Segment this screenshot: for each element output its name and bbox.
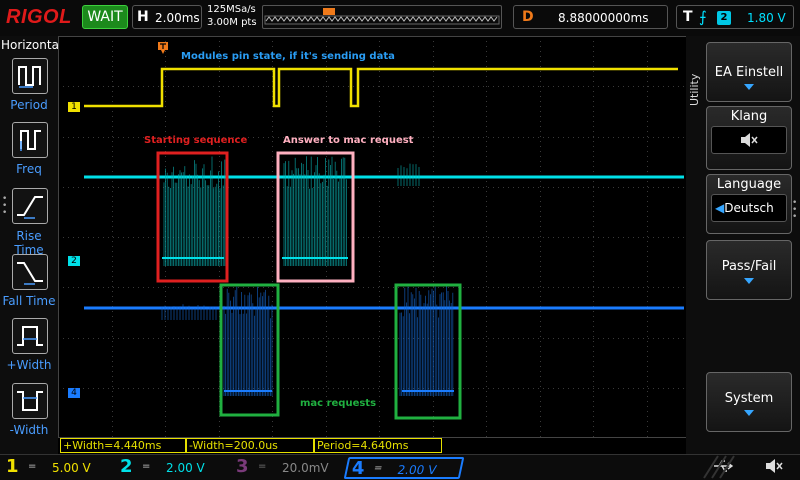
memory-depth: 3.00M pts (207, 16, 257, 29)
channel-number: 4 (352, 458, 365, 479)
left-arrow-icon: ◀ (715, 195, 724, 221)
rise-time-button[interactable] (12, 188, 48, 224)
horizontal-label: H (137, 9, 149, 25)
positive-width-icon (13, 319, 47, 353)
sound-button[interactable]: Klang (706, 106, 792, 170)
coupling-icon: = (373, 463, 384, 474)
pass-fail-label: Pass/Fail (707, 259, 791, 274)
channel-scale: 2.00 V (166, 461, 205, 475)
channel-2-marker[interactable]: 2 (68, 256, 80, 266)
negative-width-button[interactable] (12, 383, 48, 419)
rise-time-label: Rise Time (0, 229, 58, 257)
positive-width-button[interactable] (12, 318, 48, 354)
channel-number: 3 (236, 456, 249, 477)
trigger-position-icon (158, 42, 168, 54)
sound-label: Klang (707, 109, 791, 124)
annotation-mac-requests: mac requests (300, 398, 376, 409)
negative-width-icon (13, 384, 47, 418)
annotation-module-pin-state: Modules pin state, if it's sending data (181, 51, 395, 62)
coupling-icon: = (28, 461, 36, 472)
speaker-muted-icon (711, 126, 787, 154)
channel-scale: 5.00 V (52, 461, 91, 475)
language-value: Deutsch (724, 201, 773, 215)
delay-box[interactable]: D 8.88000000ms (513, 5, 668, 29)
waveform-display[interactable] (58, 36, 700, 438)
channel-4-status[interactable]: 4 = 2.00 V (344, 457, 465, 479)
trigger-position-marker (323, 8, 335, 15)
frequency-icon (13, 123, 47, 157)
acquisition-info: 125MSa/s 3.00M pts (207, 3, 257, 29)
expand-arrow-icon (744, 84, 754, 90)
channel-number: 2 (120, 456, 133, 477)
measurement-positive-width[interactable]: +Width=4.440ms (60, 438, 186, 453)
frequency-label: Freq (0, 162, 58, 176)
channel-scale: 2.00 V (396, 463, 438, 477)
delay-label: D (522, 9, 534, 25)
annotation-starting-sequence: Starting sequence (144, 135, 247, 146)
pass-fail-button[interactable]: Pass/Fail (706, 240, 792, 300)
panel-title: Horizontal (1, 38, 62, 52)
io-settings-label: EA Einstell (707, 65, 791, 80)
menu-title: Utility (686, 60, 704, 110)
speaker-muted-icon (764, 458, 786, 477)
language-label: Language (707, 177, 791, 192)
scroll-indicator-icon: • • • (792, 200, 797, 221)
io-settings-button[interactable]: EA Einstell (706, 42, 792, 102)
channel-scale: 20.0mV (282, 461, 329, 475)
channel-1-marker[interactable]: 1 (68, 102, 80, 112)
timebase-box[interactable]: H 2.00ms (132, 5, 202, 29)
expand-arrow-icon (744, 410, 754, 416)
system-label: System (707, 391, 791, 406)
trigger-source: 2 (717, 11, 731, 25)
language-button[interactable]: Language ◀ Deutsch (706, 174, 792, 234)
measurement-negative-width[interactable]: -Width=200.0us (186, 438, 314, 453)
channel-4-marker[interactable]: 4 (68, 388, 80, 398)
status-stripes (700, 454, 760, 480)
negative-width-label: -Width (0, 423, 58, 437)
measurement-period[interactable]: Period=4.640ms (314, 438, 442, 453)
channel-2-status[interactable]: 2 = 2.00 V (116, 457, 226, 479)
fall-time-button[interactable] (12, 254, 48, 290)
timebase-value: 2.00ms (155, 11, 200, 25)
channel-1-status[interactable]: 1 = 5.00 V (2, 457, 112, 479)
delay-value: 8.88000000ms (558, 11, 648, 25)
language-selector[interactable]: ◀ Deutsch (711, 194, 787, 222)
memory-position-strip[interactable] (262, 5, 502, 29)
scroll-indicator-icon: • • • (2, 196, 7, 217)
trigger-level: 1.80 V (747, 11, 786, 25)
period-label: Period (0, 98, 58, 112)
period-icon (13, 59, 47, 93)
channel-number: 1 (6, 456, 19, 477)
trigger-box[interactable]: T ⨍ 2 1.80 V (676, 5, 794, 29)
measurement-results-bar: +Width=4.440ms -Width=200.0us Period=4.6… (58, 438, 700, 454)
rise-time-icon (13, 189, 47, 223)
run-stop-status[interactable]: WAIT (82, 5, 128, 29)
period-button[interactable] (12, 58, 48, 94)
coupling-icon: = (258, 461, 266, 472)
brand-logo: RIGOL (6, 6, 72, 29)
fall-time-icon (13, 255, 47, 289)
rising-edge-icon: ⨍ (699, 8, 707, 26)
system-button[interactable]: System (706, 372, 792, 432)
frequency-button[interactable] (12, 122, 48, 158)
coupling-icon: = (142, 461, 150, 472)
sample-rate: 125MSa/s (207, 3, 257, 16)
annotation-answer: Answer to mac request (283, 135, 413, 146)
positive-width-label: +Width (0, 358, 58, 372)
trigger-label: T (683, 9, 693, 25)
channel-3-status[interactable]: 3 = 20.0mV (232, 457, 342, 479)
expand-arrow-icon (744, 278, 754, 284)
fall-time-label: Fall Time (0, 294, 58, 308)
